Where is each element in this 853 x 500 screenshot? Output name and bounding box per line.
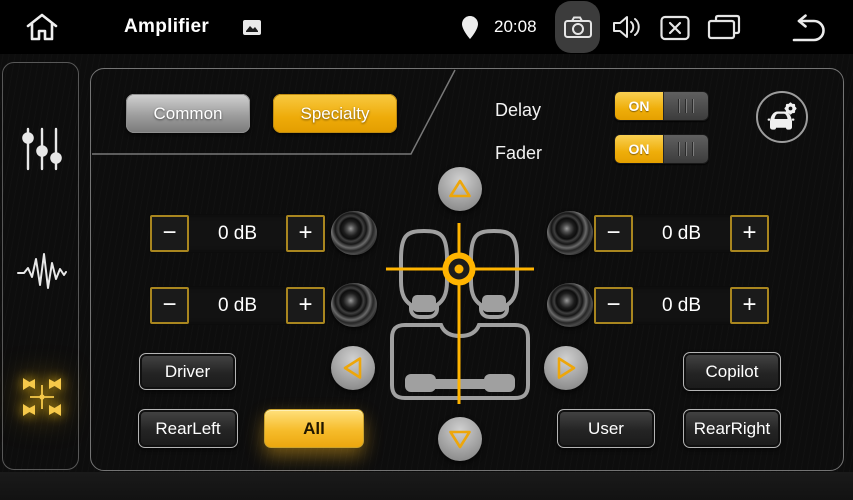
location-icon — [461, 15, 479, 40]
close-window-button[interactable] — [660, 15, 690, 41]
rear-right-plus-button[interactable]: + — [730, 287, 769, 324]
up-arrow-icon — [438, 167, 482, 211]
bottom-strip — [0, 472, 853, 500]
delay-toggle-on-label: ON — [615, 92, 663, 120]
clock: 20:08 — [494, 0, 537, 54]
home-button[interactable] — [25, 12, 59, 42]
equalizer-icon — [22, 127, 62, 171]
delay-toggle[interactable]: ON — [614, 91, 709, 121]
front-left-gain-value: 0 dB — [218, 223, 257, 245]
recents-icon — [707, 14, 741, 40]
camera-icon — [563, 14, 593, 40]
gain-row-front-right: − 0 dB + — [593, 214, 770, 253]
sidebar-item-balance[interactable] — [3, 369, 80, 425]
front-right-gain-value: 0 dB — [662, 223, 701, 245]
preset-rearleft-button[interactable]: RearLeft — [138, 409, 238, 448]
balance-panel: Common Specialty Delay ON Fader ON — [90, 68, 844, 471]
close-window-icon — [660, 15, 690, 41]
front-left-minus-button[interactable]: − — [150, 215, 189, 252]
crosshair-target — [446, 256, 473, 283]
balance-fader-icon — [18, 373, 66, 421]
fader-toggle-grip — [663, 135, 708, 163]
right-arrow-icon — [544, 346, 588, 390]
tab-common-label: Common — [154, 104, 223, 124]
front-left-speaker-icon — [331, 211, 377, 255]
preset-rearright-label: RearRight — [694, 419, 771, 439]
tab-common[interactable]: Common — [126, 94, 250, 133]
preset-driver-button[interactable]: Driver — [139, 353, 236, 390]
front-right-plus-button[interactable]: + — [730, 215, 769, 252]
preset-all-button[interactable]: All — [264, 409, 364, 448]
preset-copilot-label: Copilot — [706, 362, 759, 382]
balance-down-button[interactable] — [438, 417, 482, 461]
back-icon — [786, 13, 828, 43]
sidebar-item-waveform[interactable] — [3, 243, 80, 299]
preset-rearleft-label: RearLeft — [155, 419, 220, 439]
preset-user-button[interactable]: User — [557, 409, 655, 448]
amplifier-screen: Amplifier 20:08 — [0, 0, 853, 500]
back-button[interactable] — [786, 13, 828, 43]
camera-button[interactable] — [555, 1, 600, 53]
delay-toggle-grip — [663, 92, 708, 120]
down-arrow-icon — [438, 417, 482, 461]
tab-specialty[interactable]: Specialty — [273, 94, 397, 133]
volume-icon — [612, 14, 644, 40]
recents-button[interactable] — [707, 14, 741, 40]
preset-driver-label: Driver — [165, 362, 210, 382]
balance-left-button[interactable] — [331, 346, 375, 390]
rear-left-minus-button[interactable]: − — [150, 287, 189, 324]
delay-label: Delay — [495, 95, 541, 125]
car-settings-button[interactable] — [756, 91, 808, 143]
car-settings-icon — [763, 99, 801, 135]
balance-up-button[interactable] — [438, 167, 482, 211]
left-arrow-icon — [331, 346, 375, 390]
front-right-minus-button[interactable]: − — [594, 215, 633, 252]
fader-toggle-on-label: ON — [615, 135, 663, 163]
gain-row-rear-left: − 0 dB + — [149, 286, 326, 325]
preset-copilot-button[interactable]: Copilot — [683, 352, 781, 391]
sidebar — [2, 62, 79, 470]
gallery-button[interactable] — [242, 19, 262, 36]
rear-right-gain-value: 0 dB — [662, 295, 701, 317]
page-title: Amplifier — [124, 0, 209, 54]
preset-user-label: User — [588, 419, 624, 439]
rear-right-minus-button[interactable]: − — [594, 287, 633, 324]
fader-label: Fader — [495, 138, 542, 168]
rear-left-speaker-icon — [331, 283, 377, 327]
tab-specialty-label: Specialty — [301, 104, 370, 124]
status-bar: Amplifier 20:08 — [0, 0, 853, 54]
front-left-plus-button[interactable]: + — [286, 215, 325, 252]
balance-right-button[interactable] — [544, 346, 588, 390]
volume-button[interactable] — [612, 14, 644, 40]
waveform-icon — [16, 250, 68, 292]
gain-row-rear-right: − 0 dB + — [593, 286, 770, 325]
preset-all-label: All — [303, 419, 325, 439]
rear-left-gain-value: 0 dB — [218, 295, 257, 317]
gain-row-front-left: − 0 dB + — [149, 214, 326, 253]
sidebar-item-equalizer[interactable] — [3, 121, 80, 177]
preset-rearright-button[interactable]: RearRight — [683, 409, 781, 448]
gallery-icon — [242, 19, 262, 36]
rear-left-plus-button[interactable]: + — [286, 287, 325, 324]
fader-toggle[interactable]: ON — [614, 134, 709, 164]
home-icon — [25, 12, 59, 42]
